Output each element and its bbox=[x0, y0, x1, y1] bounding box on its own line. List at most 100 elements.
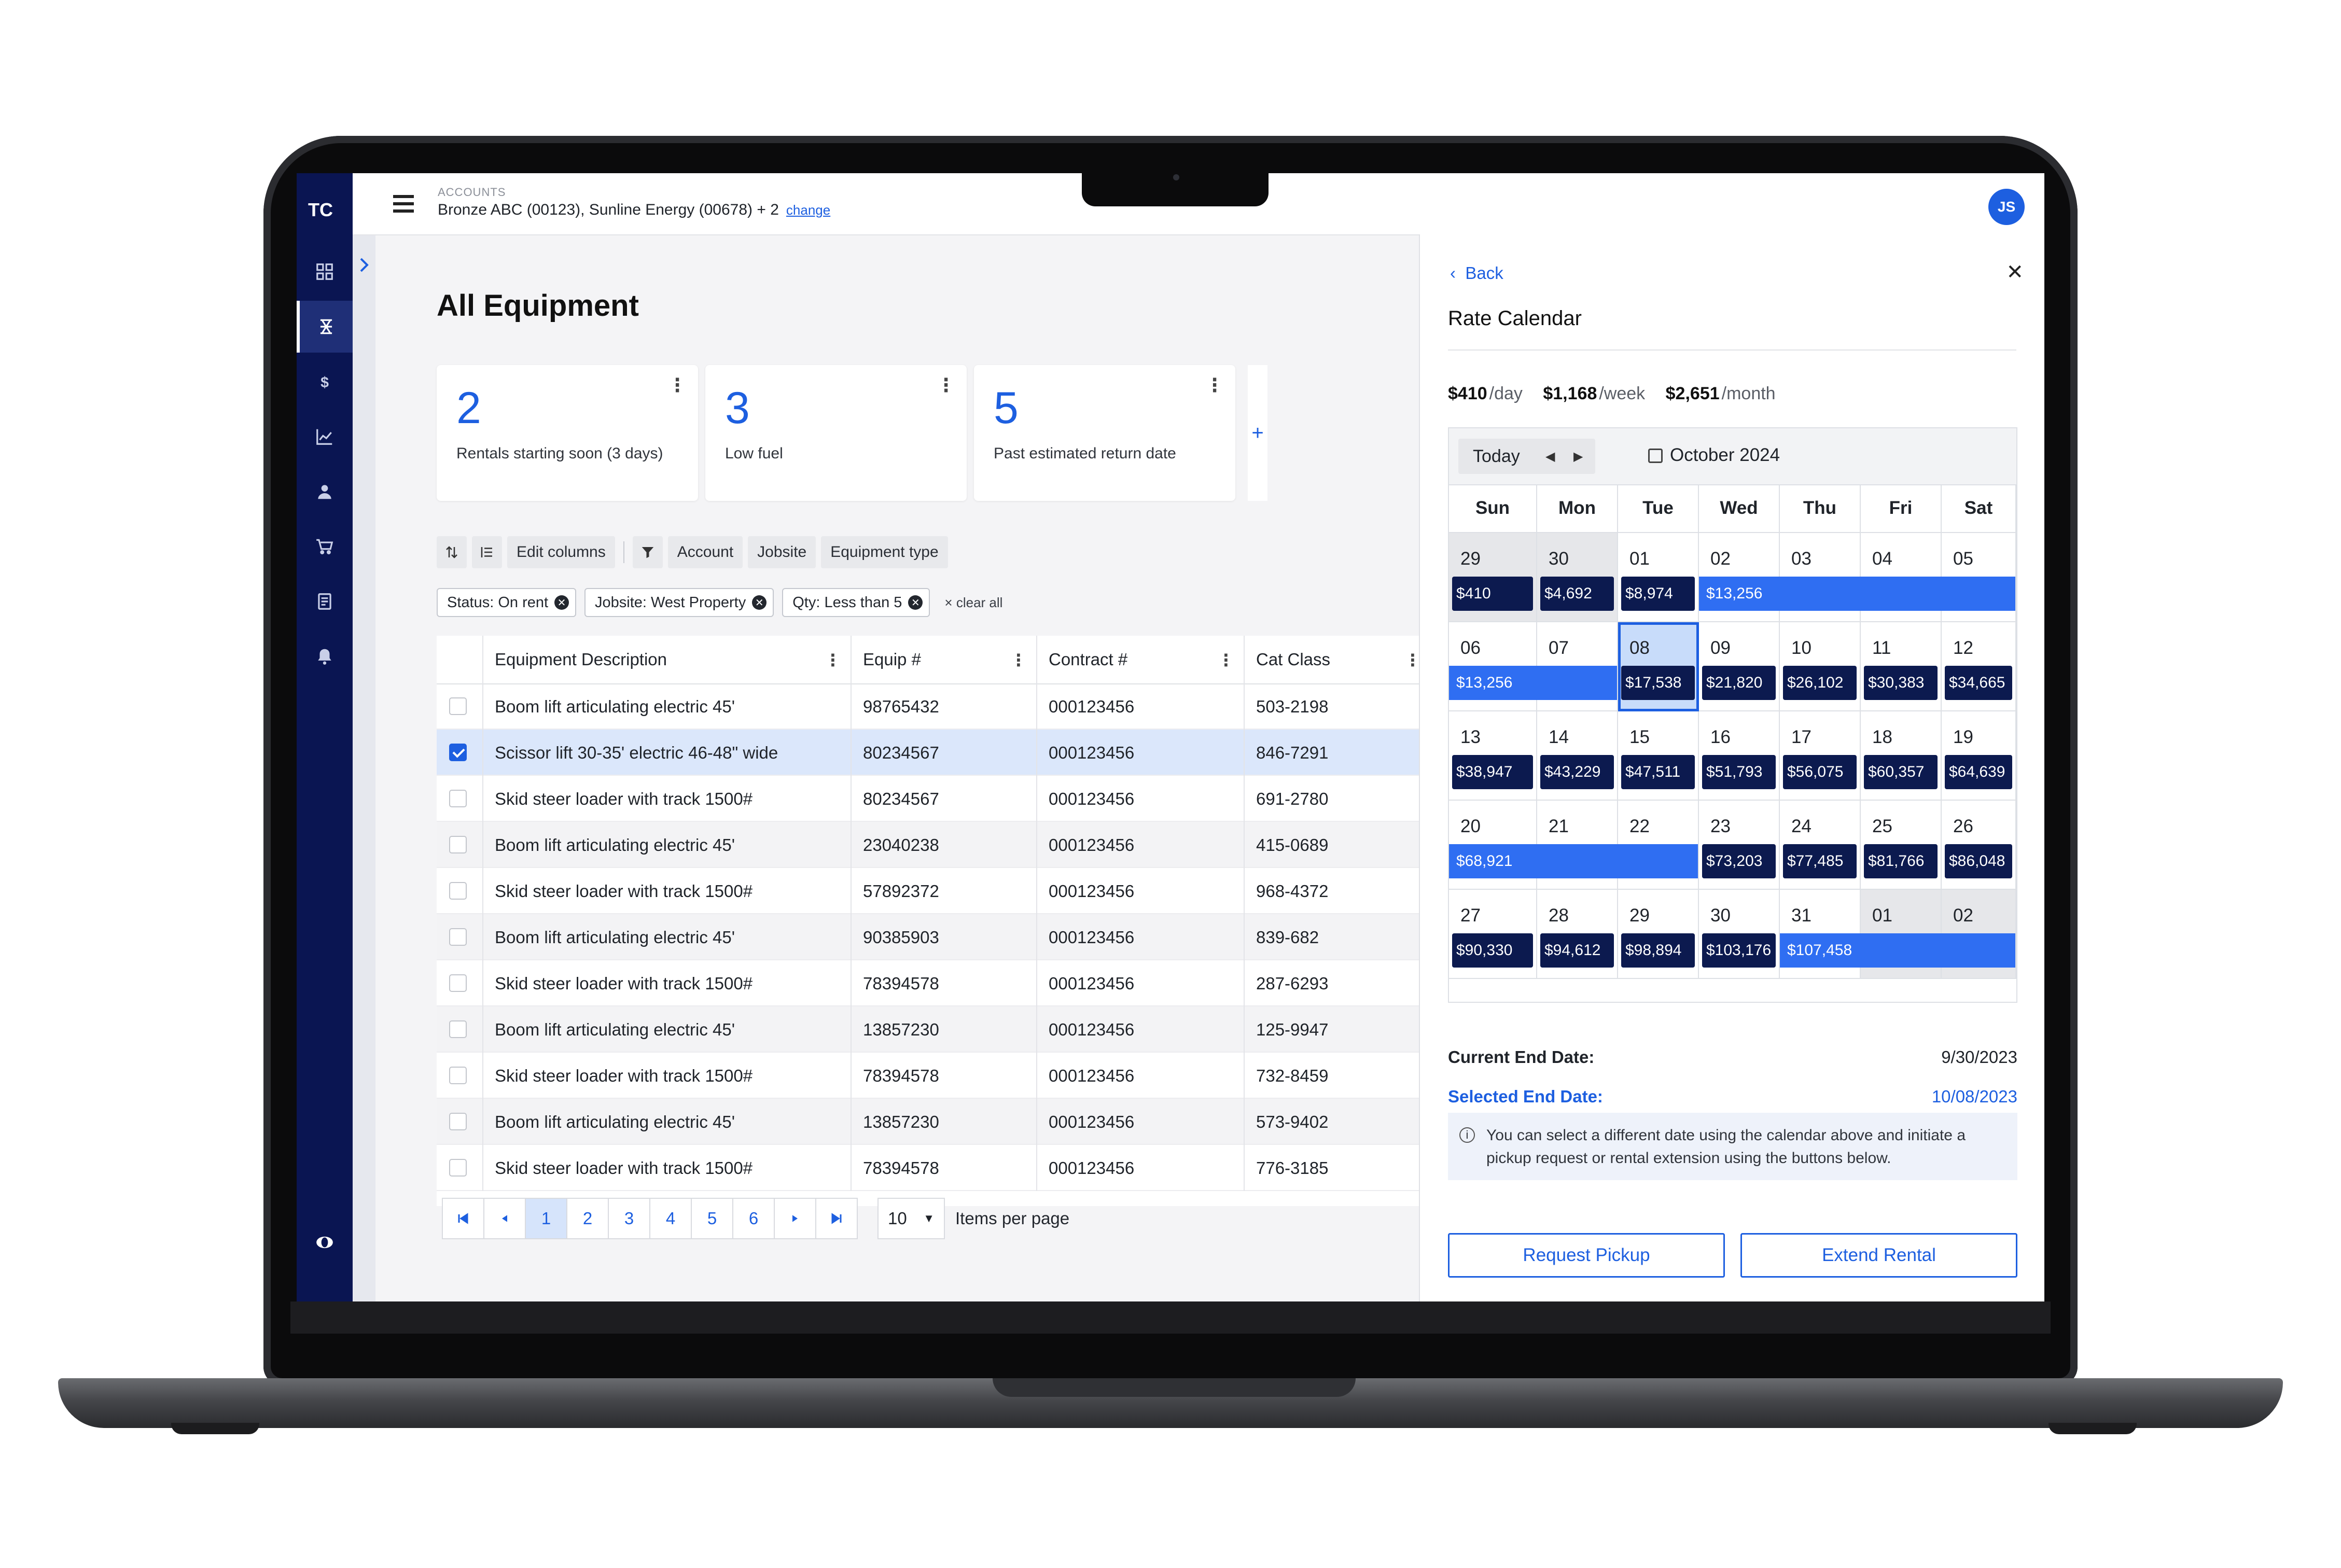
bell-icon[interactable] bbox=[297, 631, 353, 682]
dashboard-icon[interactable] bbox=[297, 246, 353, 298]
price-range-bar[interactable]: $107,458 bbox=[1780, 933, 2015, 968]
column-menu-icon[interactable]: ⋮ bbox=[1218, 650, 1234, 670]
sort-button[interactable] bbox=[437, 536, 467, 568]
day-price[interactable]: $94,612 bbox=[1540, 933, 1614, 968]
table-row[interactable]: Skid steer loader with track 1500# 802345… bbox=[437, 776, 1432, 822]
dollar-icon[interactable]: $ bbox=[297, 356, 353, 408]
day-price[interactable]: $60,357 bbox=[1864, 755, 1938, 789]
items-per-page-select[interactable]: 10 ▼ bbox=[877, 1198, 945, 1239]
hamburger-menu-icon[interactable] bbox=[393, 194, 414, 213]
day-price[interactable]: $51,793 bbox=[1702, 755, 1776, 789]
row-checkbox[interactable] bbox=[449, 1020, 467, 1038]
table-row[interactable]: Boom lift articulating electric 45' 13857… bbox=[437, 1006, 1432, 1053]
prev-month-icon[interactable]: ◀ bbox=[1545, 449, 1555, 464]
equipment-icon[interactable] bbox=[297, 301, 353, 353]
page-button[interactable]: 1 bbox=[525, 1198, 567, 1239]
price-range-bar[interactable]: $68,921 bbox=[1449, 844, 1698, 878]
last-page-button[interactable] bbox=[815, 1198, 858, 1239]
edit-columns-button[interactable]: Edit columns bbox=[507, 536, 615, 568]
column-header-description[interactable]: Equipment Description ⋮ bbox=[483, 636, 852, 683]
day-price[interactable]: $21,820 bbox=[1702, 666, 1776, 700]
remove-chip-icon[interactable]: ✕ bbox=[908, 595, 923, 610]
filter-chip-qty[interactable]: Qty: Less than 5 ✕ bbox=[782, 588, 930, 617]
kpi-card-past-return[interactable]: 5 Past estimated return date ⋮ bbox=[974, 365, 1235, 501]
table-row[interactable]: Scissor lift 30-35' electric 46-48" wide… bbox=[437, 730, 1432, 776]
theme-toggle-icon[interactable] bbox=[297, 1216, 353, 1268]
day-price[interactable]: $8,974 bbox=[1621, 577, 1695, 611]
equipment-type-filter-button[interactable]: Equipment type bbox=[821, 536, 948, 568]
row-checkbox[interactable] bbox=[449, 790, 467, 807]
row-checkbox[interactable] bbox=[449, 1159, 467, 1177]
day-price[interactable]: $77,485 bbox=[1783, 844, 1857, 878]
day-price[interactable]: $30,383 bbox=[1864, 666, 1938, 700]
day-price[interactable]: $47,511 bbox=[1621, 755, 1695, 789]
filter-button[interactable] bbox=[632, 536, 663, 568]
page-button[interactable]: 4 bbox=[649, 1198, 692, 1239]
month-picker[interactable]: October 2024 bbox=[1648, 445, 1780, 466]
change-accounts-link[interactable]: change bbox=[786, 202, 830, 218]
table-row[interactable]: Boom lift articulating electric 45' 23040… bbox=[437, 822, 1432, 868]
table-row[interactable]: Boom lift articulating electric 45' 90385… bbox=[437, 914, 1432, 960]
close-icon[interactable]: ✕ bbox=[2006, 260, 2024, 284]
account-filter-button[interactable]: Account bbox=[667, 536, 743, 568]
row-checkbox[interactable] bbox=[449, 697, 467, 715]
day-price[interactable]: $43,229 bbox=[1540, 755, 1614, 789]
chart-icon[interactable] bbox=[297, 411, 353, 463]
page-button[interactable]: 6 bbox=[732, 1198, 775, 1239]
kpi-card-rentals-starting[interactable]: 2 Rentals starting soon (3 days) ⋮ bbox=[437, 365, 698, 501]
kebab-menu-icon[interactable]: ⋮ bbox=[937, 374, 955, 396]
price-range-bar[interactable]: $13,256 bbox=[1449, 666, 1617, 700]
today-button[interactable]: Today ◀ ▶ bbox=[1458, 439, 1595, 474]
page-button[interactable]: 2 bbox=[566, 1198, 609, 1239]
user-icon[interactable] bbox=[297, 466, 353, 517]
back-link[interactable]: ‹ Back bbox=[1450, 263, 1503, 283]
row-checkbox[interactable] bbox=[449, 744, 467, 761]
cart-icon[interactable] bbox=[297, 521, 353, 572]
table-row[interactable]: Skid steer loader with track 1500# 783945… bbox=[437, 1145, 1432, 1191]
day-price[interactable]: $90,330 bbox=[1452, 933, 1533, 968]
row-checkbox[interactable] bbox=[449, 882, 467, 900]
row-checkbox[interactable] bbox=[449, 1113, 467, 1130]
table-row[interactable]: Skid steer loader with track 1500# 783945… bbox=[437, 960, 1432, 1006]
clear-all-filters-link[interactable]: × clear all bbox=[944, 595, 1002, 611]
page-button[interactable]: 5 bbox=[691, 1198, 733, 1239]
row-checkbox[interactable] bbox=[449, 836, 467, 853]
column-header-cat-class[interactable]: Cat Class ⋮ bbox=[1245, 636, 1431, 683]
column-header-contract[interactable]: Contract # ⋮ bbox=[1037, 636, 1245, 683]
day-price[interactable]: $34,665 bbox=[1945, 666, 2012, 700]
kebab-menu-icon[interactable]: ⋮ bbox=[1205, 374, 1224, 396]
day-price[interactable]: $64,639 bbox=[1945, 755, 2012, 789]
extend-rental-button[interactable]: Extend Rental bbox=[1740, 1233, 2017, 1278]
remove-chip-icon[interactable]: ✕ bbox=[554, 595, 569, 610]
first-page-button[interactable] bbox=[442, 1198, 484, 1239]
row-checkbox[interactable] bbox=[449, 974, 467, 992]
column-header-equip[interactable]: Equip # ⋮ bbox=[852, 636, 1037, 683]
price-range-bar[interactable]: $13,256 bbox=[1699, 577, 2015, 611]
invoice-icon[interactable] bbox=[297, 576, 353, 627]
next-month-icon[interactable]: ▶ bbox=[1573, 449, 1583, 464]
sidebar-expand-toggle[interactable] bbox=[353, 173, 375, 1301]
day-price[interactable]: $98,894 bbox=[1621, 933, 1695, 968]
kpi-card-low-fuel[interactable]: 3 Low fuel ⋮ bbox=[705, 365, 967, 501]
remove-chip-icon[interactable]: ✕ bbox=[752, 595, 767, 610]
day-price[interactable]: $4,692 bbox=[1540, 577, 1614, 611]
prev-page-button[interactable] bbox=[483, 1198, 526, 1239]
jobsite-filter-button[interactable]: Jobsite bbox=[748, 536, 816, 568]
column-menu-icon[interactable]: ⋮ bbox=[1010, 650, 1027, 670]
day-price[interactable]: $56,075 bbox=[1783, 755, 1857, 789]
request-pickup-button[interactable]: Request Pickup bbox=[1448, 1233, 1725, 1278]
day-price[interactable]: $86,048 bbox=[1945, 844, 2012, 878]
day-price[interactable]: $81,766 bbox=[1864, 844, 1938, 878]
next-page-button[interactable] bbox=[774, 1198, 816, 1239]
day-price[interactable]: $38,947 bbox=[1452, 755, 1533, 789]
filter-chip-jobsite[interactable]: Jobsite: West Property ✕ bbox=[584, 588, 774, 617]
table-row[interactable]: Boom lift articulating electric 45' 98765… bbox=[437, 683, 1432, 730]
page-button[interactable]: 3 bbox=[608, 1198, 650, 1239]
day-price[interactable]: $103,176 bbox=[1702, 933, 1776, 968]
table-row[interactable]: Skid steer loader with track 1500# 578923… bbox=[437, 868, 1432, 914]
avatar[interactable]: JS bbox=[1988, 189, 2025, 225]
row-checkbox[interactable] bbox=[449, 1067, 467, 1084]
table-row[interactable]: Skid steer loader with track 1500# 783945… bbox=[437, 1053, 1432, 1099]
filter-chip-status[interactable]: Status: On rent ✕ bbox=[437, 588, 577, 617]
table-row[interactable]: Boom lift articulating electric 45' 13857… bbox=[437, 1099, 1432, 1145]
